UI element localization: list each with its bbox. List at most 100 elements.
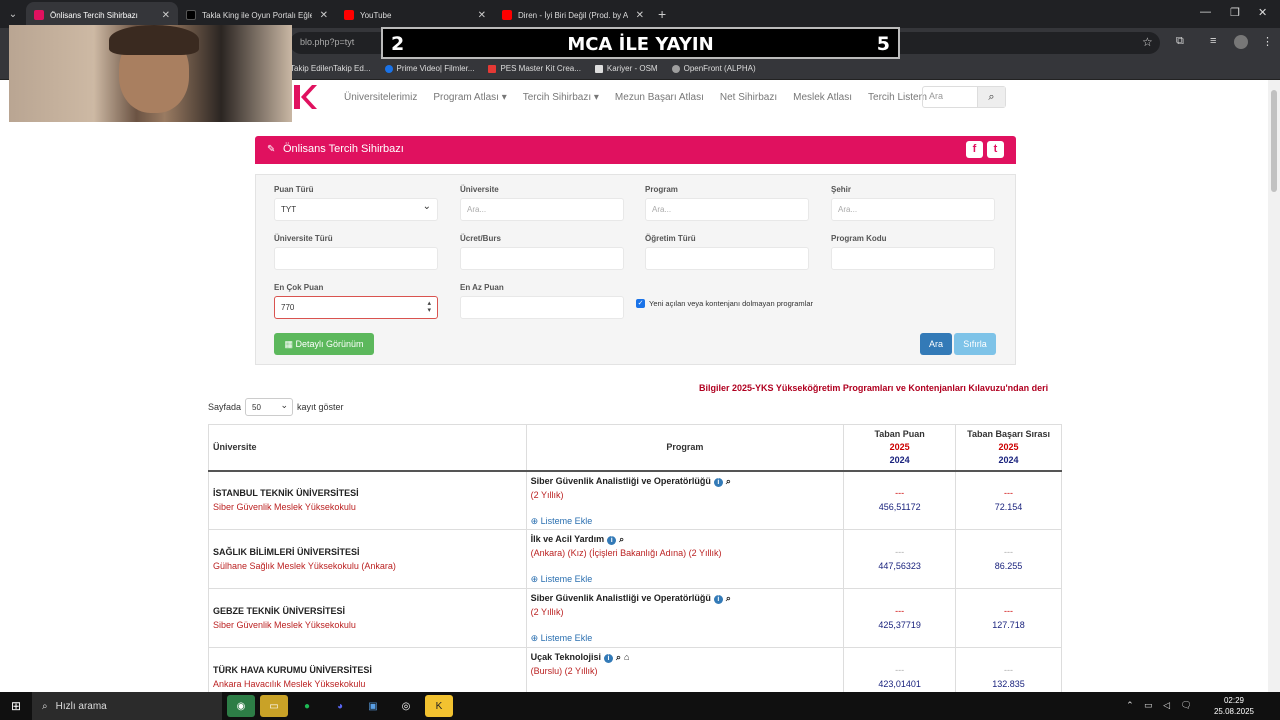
tab-diren[interactable]: Diren - İyi Biri Değil (Prod. by A ✕ [494,2,652,28]
minimize-icon[interactable]: — [1200,6,1211,18]
obs-icon[interactable]: ◎ [392,695,420,717]
bookmark-item[interactable]: Takip EdilenTakip Ed... [290,64,371,73]
page-scrollbar[interactable] [1268,80,1280,692]
ucret-input[interactable] [460,247,624,270]
bookmark-item[interactable]: OpenFront (ALPHA) [671,64,756,73]
en-cok-puan-input[interactable]: 770 ▴ ▾ [274,296,438,319]
field-ucret: Ücret/Burs [460,234,624,270]
close-tab-icon[interactable]: ✕ [636,10,644,21]
app-k-icon[interactable]: K [425,695,453,717]
bookmark-star-icon[interactable]: ☆ [1142,35,1153,49]
nav-mezun-basari[interactable]: Mezun Başarı Atlası [607,86,712,109]
windows-taskbar: ⊞ ⌕ Hızlı arama ◉ ▭ ● ◕ ▣ ◎ K ⌃ ▭ ◁ 🗨 02… [0,692,1280,720]
col-taban-sira[interactable]: Taban Başarı Sırası 2025 2024 [955,424,1062,472]
ara-button[interactable]: Ara [920,333,952,355]
puan-turu-select[interactable]: TYT [274,198,438,221]
overlay-right-score: 5 [876,33,890,55]
webcam-overlay [9,25,292,122]
panel-header: ✎ Önlisans Tercih Sihirbazı f t [255,136,1016,164]
search-icon[interactable]: ⌕ [726,476,731,486]
listeme-ekle-link[interactable]: ⊕ Listeme Ekle [531,633,593,644]
info-icon[interactable]: i [713,595,723,604]
field-en-cok-puan: En Çok Puan 770 ▴ ▾ [274,283,438,319]
site-favicon-icon [34,10,44,20]
listeme-ekle-link[interactable]: ⊕ Listeme Ekle [531,516,593,527]
browser-menu-icon[interactable]: ⋮ [1262,35,1273,48]
nav-tercih-sihirbazi[interactable]: Tercih Sihirbazı ▾ [515,86,607,109]
field-program-kodu: Program Kodu [831,234,995,270]
scrollbar-thumb[interactable] [1271,90,1277,192]
twitter-icon[interactable]: t [987,141,1004,158]
info-icon[interactable]: i [603,654,613,663]
system-tray[interactable]: ⌃ ▭ ◁ 🗨 [1126,700,1196,711]
stepper-icon[interactable]: ▴ ▾ [427,300,431,314]
program-input[interactable]: Ara... [645,198,809,221]
plus-circle-icon: ⊕ [530,574,541,584]
yeni-programlar-checkbox-row[interactable]: ✓ Yeni açılan veya kontenjanı dolmayan p… [636,299,813,308]
close-tab-icon[interactable]: ✕ [320,10,328,21]
ogretim-turu-input[interactable] [645,247,809,270]
field-en-az-puan: En Az Puan [460,283,624,319]
checkbox-checked-icon[interactable]: ✓ [636,299,645,308]
search-icon[interactable]: ⌕ [616,652,621,662]
maximize-icon[interactable]: ❐ [1230,6,1240,19]
new-tab-icon[interactable]: + [658,6,666,22]
en-az-puan-input[interactable] [460,296,624,319]
universite-input[interactable]: Ara... [460,198,624,221]
extensions-icon[interactable]: ⧉ [1176,35,1184,48]
nav-program-atlasi[interactable]: Program Atlası ▾ [425,86,514,109]
grid-icon: ▦ [284,339,296,349]
info-icon[interactable]: i [607,536,617,545]
sehir-input[interactable]: Ara... [831,198,995,221]
program-kodu-input[interactable] [831,247,995,270]
browser-tab-bar: ⌄ Önlisans Tercih Sihirbazı ✕ Takla King… [0,0,1280,28]
chrome-icon[interactable]: ◉ [227,695,255,717]
bookmark-item[interactable]: PES Master Kit Crea... [488,64,581,73]
profile-avatar[interactable] [1234,35,1248,49]
prime-video-icon [384,64,393,73]
table-row: SAĞLIK BİLİMLERİ ÜNİVERSİTESİ Gülhane Sağ… [208,529,1062,589]
table-header-row: Üniversite Program Taban Puan 2025 2024 … [208,424,1062,472]
field-sehir: Şehir Ara... [831,185,995,221]
nav-universitelerimiz[interactable]: Üniversitelerimiz [336,86,425,109]
search-icon[interactable]: ⌕ [619,534,624,544]
site-logo[interactable] [292,83,318,113]
globe-icon [671,64,680,73]
universite-turu-input[interactable] [274,247,438,270]
media-icon[interactable]: ≡ [1210,35,1216,47]
search-icon[interactable]: ⌕ [726,593,731,603]
info-icon[interactable]: i [713,477,723,487]
tiktok-icon [186,10,196,20]
spotify-icon[interactable]: ● [293,695,321,717]
facebook-icon[interactable]: f [966,141,983,158]
discord-icon[interactable]: ◕ [326,695,354,717]
windows-start-icon[interactable]: ⊞ [0,699,32,713]
tab-search-icon[interactable]: ⌄ [0,9,26,20]
osm-icon [594,64,603,73]
col-universite[interactable]: Üniversite [208,424,527,472]
close-tab-icon[interactable]: ✕ [478,10,486,21]
app-icon[interactable]: ▣ [359,695,387,717]
close-tab-icon[interactable]: ✕ [162,10,170,21]
table-row: İSTANBUL TEKNİK ÜNİVERSİTESİ Siber Güvenl… [208,470,1062,530]
bookmark-item[interactable]: Kariyer - OSM [594,64,658,73]
taskbar-search[interactable]: ⌕ Hızlı arama [32,692,222,720]
nav-net-sihirbazi[interactable]: Net Sihirbazı [712,86,785,109]
search-icon[interactable]: ⌕ [977,87,1005,107]
tab-youtube[interactable]: YouTube ✕ [336,2,494,28]
listeme-ekle-link[interactable]: ⊕ Listeme Ekle [531,574,593,585]
bookmark-item[interactable]: Prime Video| Filmler... [384,64,474,73]
site-search-input[interactable]: Ara [923,87,977,107]
file-explorer-icon[interactable]: ▭ [260,695,288,717]
detayli-gorunum-button[interactable]: ▦ Detaylı Görünüm [274,333,374,355]
perpage-select[interactable]: 50 ⌄ [245,398,294,416]
sifirla-button[interactable]: Sıfırla [954,333,996,355]
plus-circle-icon: ⊕ [530,515,541,526]
close-window-icon[interactable]: ✕ [1258,6,1267,19]
panel-title: Önlisans Tercih Sihirbazı [283,143,404,155]
bank-icon[interactable]: ⌂ [624,652,629,662]
taskbar-clock[interactable]: 02:29 25.08.2025 [1214,695,1254,717]
col-taban-puan[interactable]: Taban Puan 2025 2024 [843,424,957,472]
nav-meslek-atlasi[interactable]: Meslek Atlası [785,86,860,109]
col-program[interactable]: Program [525,424,845,472]
